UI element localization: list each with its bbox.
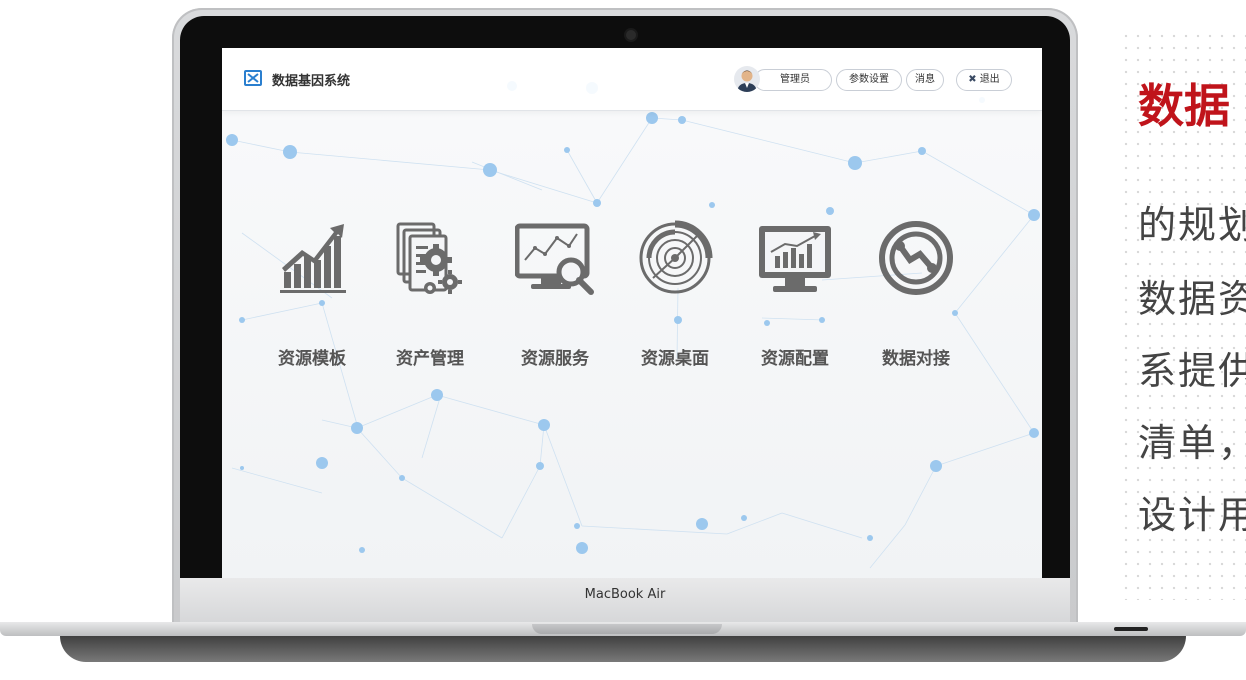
status-led [1114,627,1148,631]
close-icon: ✖ [968,74,977,85]
module-label: 资源桌面 [641,349,709,369]
side-line-4: 清单， [1138,421,1246,465]
module-label: 资源配置 [761,349,829,369]
settings-button[interactable]: 参数设置 [836,69,902,91]
app-title: 数据基因系统 [272,74,351,89]
module-tile-resource-config[interactable]: 资源配置 [745,216,845,369]
side-line-3: 系提供 [1138,349,1246,393]
side-line-5: 设计用 [1138,493,1246,537]
module-tile-resource-template[interactable]: 资源模板 [262,216,362,369]
laptop-notch [532,624,722,634]
messages-button[interactable]: 消息 [906,69,944,91]
growth-chart-icon [280,224,346,293]
module-label: 数据对接 [882,349,950,369]
connector-icon [879,221,953,295]
avatar[interactable] [734,66,760,92]
module-tile-resource-service[interactable]: 资源服务 [505,216,605,369]
documents-gears-icon [396,222,462,294]
user-menu-button[interactable]: 管理员 [754,69,832,91]
module-label: 资源模板 [278,349,346,369]
module-label: 资产管理 [396,349,464,369]
module-tile-asset-management[interactable]: 资产管理 [380,216,480,369]
module-tile-resource-desktop[interactable]: 资源桌面 [625,216,725,369]
side-title: 数据 [1138,79,1230,133]
camera-icon [626,30,636,40]
user-avatar-icon [737,70,757,92]
app-logo-icon [244,70,262,86]
radar-icon [639,220,713,294]
monitor-search-icon [515,223,594,295]
module-tile-data-connect[interactable]: 数据对接 [866,216,966,369]
side-line-1: 的规划 [1138,203,1246,247]
side-description: 数据 的规划 数据资 系提供 清单， 设计用 [1138,60,1246,620]
device-brand-label: MacBook Air [584,587,666,602]
laptop-chin [180,578,1070,628]
laptop-shadow [60,636,1186,662]
logout-button[interactable]: ✖ 退出 [956,69,1012,91]
app-screen: 数据基因系统 管理员 参数设置 消息 ✖ 退出 资源模板 资产管理 资源服务 资… [222,48,1042,578]
monitor-barchart-icon [759,226,831,292]
logout-label: 退出 [979,74,1000,85]
module-label: 资源服务 [521,349,589,369]
side-line-2: 数据资 [1138,277,1246,321]
